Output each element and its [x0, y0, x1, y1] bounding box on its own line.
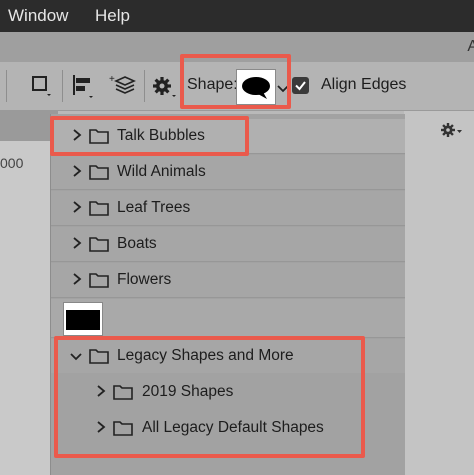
menu-window[interactable]: Window — [8, 6, 68, 26]
list-item[interactable]: Boats — [51, 227, 405, 262]
path-arrangement-icon[interactable]: + — [108, 71, 138, 106]
list-item-label: Wild Animals — [117, 163, 206, 180]
right-panel — [404, 111, 474, 475]
shape-highlight-box — [180, 54, 291, 109]
talk-bubbles-highlight-box — [50, 116, 249, 156]
menu-help[interactable]: Help — [95, 6, 130, 26]
svg-text:+: + — [109, 74, 115, 85]
folder-icon — [89, 201, 109, 216]
separator — [6, 70, 7, 102]
gear-icon[interactable] — [440, 121, 466, 146]
shape-thumbnail-row — [51, 299, 405, 338]
path-alignment-icon[interactable] — [70, 72, 96, 105]
align-edges-checkbox[interactable] — [292, 77, 309, 94]
align-edges-label: Align Edges — [321, 76, 407, 93]
chevron-right-icon[interactable] — [71, 272, 83, 286]
folder-icon — [89, 165, 109, 180]
legacy-shapes-highlight-box — [54, 336, 365, 458]
folder-icon — [89, 273, 109, 288]
list-item[interactable]: Leaf Trees — [51, 191, 405, 226]
title-strip-text: A — [467, 38, 474, 55]
gear-icon[interactable] — [152, 75, 178, 104]
list-item-label: Boats — [117, 235, 157, 252]
options-bar: + Shape: Align Edges — [0, 54, 474, 111]
ruler: 000 — [0, 141, 50, 475]
list-item[interactable]: Flowers — [51, 263, 405, 298]
list-item-label: Flowers — [117, 271, 172, 288]
rectangle-shape-icon — [66, 310, 100, 330]
checkmark-icon — [295, 81, 306, 91]
path-operations-icon[interactable] — [30, 74, 54, 103]
folder-icon — [89, 237, 109, 252]
list-item[interactable]: Wild Animals — [51, 155, 405, 190]
chevron-right-icon[interactable] — [71, 236, 83, 250]
menu-bar: Window Help — [0, 0, 474, 32]
separator — [144, 70, 145, 102]
chevron-right-icon[interactable] — [71, 164, 83, 178]
chevron-right-icon[interactable] — [71, 200, 83, 214]
list-item-label: Leaf Trees — [117, 199, 191, 216]
shape-thumbnail[interactable] — [63, 302, 103, 336]
separator — [62, 70, 63, 102]
ruler-label: 000 — [0, 155, 24, 171]
